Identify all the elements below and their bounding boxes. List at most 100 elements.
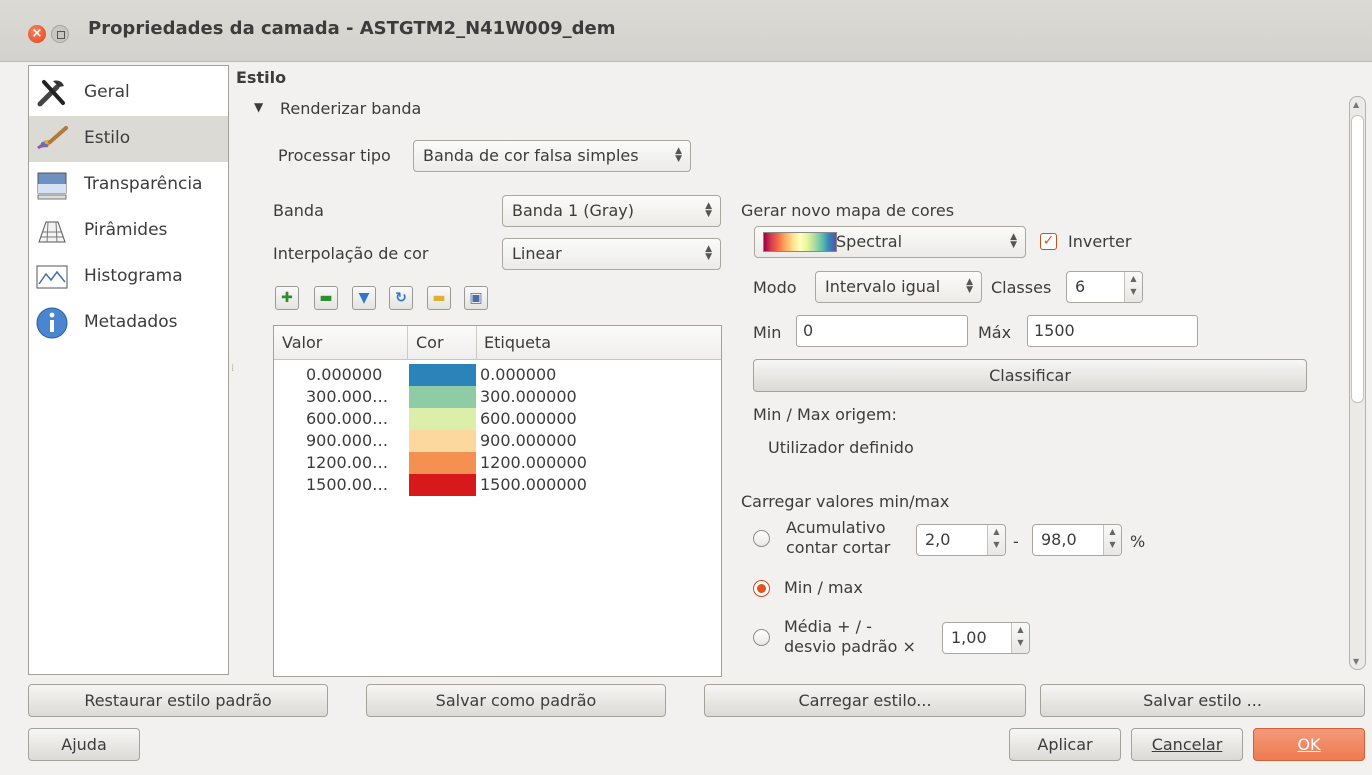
splitter-handle[interactable]: ⁞ bbox=[231, 363, 234, 374]
stddev-radio[interactable] bbox=[753, 629, 770, 646]
sidebar-item-label: Pirâmides bbox=[84, 220, 168, 240]
restore-default-style-button[interactable]: Restaurar estilo padrão bbox=[28, 684, 328, 717]
scrollbar-thumb[interactable] bbox=[1351, 115, 1364, 403]
row-label[interactable]: 0.000000 bbox=[480, 365, 556, 384]
row-label[interactable]: 1500.000000 bbox=[480, 475, 587, 494]
row-label[interactable]: 1200.000000 bbox=[480, 453, 587, 472]
sidebar-item-histograma[interactable]: Histograma bbox=[29, 254, 228, 300]
refresh-icon: ↻ bbox=[395, 290, 407, 306]
mode-combo[interactable]: Intervalo igual ▲ ▼ bbox=[815, 271, 982, 303]
band-combo[interactable]: Banda 1 (Gray) ▲ ▼ bbox=[502, 195, 721, 227]
apply-button[interactable]: Aplicar bbox=[1009, 728, 1121, 761]
paintbrush-icon bbox=[37, 126, 68, 150]
min-input[interactable]: 0 bbox=[796, 315, 968, 347]
close-window-button[interactable]: × bbox=[28, 25, 46, 43]
sidebar-item-label: Metadados bbox=[84, 312, 178, 332]
cumulative-low-spinbox[interactable]: 2,0 ▲ ▼ bbox=[916, 524, 1006, 556]
row-label[interactable]: 300.000000 bbox=[480, 387, 577, 406]
refresh-button[interactable]: ↻ bbox=[389, 286, 413, 310]
stddev-spinbox[interactable]: 1,00 ▲ ▼ bbox=[942, 622, 1030, 654]
save-style-button[interactable]: Salvar estilo ... bbox=[1040, 684, 1365, 717]
row-label[interactable]: 900.000000 bbox=[480, 431, 577, 450]
row-value[interactable]: 900.000… bbox=[306, 431, 388, 450]
histogram-icon bbox=[36, 265, 68, 289]
row-label[interactable]: 600.000000 bbox=[480, 409, 577, 428]
export-colormap-button[interactable]: ▣ bbox=[464, 286, 488, 310]
row-color-swatch[interactable] bbox=[409, 430, 476, 452]
row-value[interactable]: 1500.00… bbox=[306, 475, 388, 494]
remove-entry-button[interactable]: ▬ bbox=[314, 286, 338, 310]
open-folder-icon: ▬ bbox=[432, 290, 446, 306]
sidebar-item-label: Transparência bbox=[84, 174, 203, 194]
row-color-swatch[interactable] bbox=[409, 452, 476, 474]
sidebar-item-metadados[interactable]: Metadados bbox=[29, 300, 228, 346]
interpolation-label: Interpolação de cor bbox=[273, 244, 429, 263]
load-colormap-button[interactable]: ▬ bbox=[427, 286, 451, 310]
add-entry-button[interactable]: ✚ bbox=[275, 286, 299, 310]
header-divider bbox=[476, 326, 477, 360]
scroll-up-icon[interactable]: ▲ bbox=[1353, 100, 1359, 109]
scroll-down-icon[interactable]: ▼ bbox=[1353, 657, 1359, 666]
cumulative-high-spinbox[interactable]: 98,0 ▲ ▼ bbox=[1032, 524, 1122, 556]
table-row[interactable]: 300.000… 300.000000 bbox=[274, 386, 721, 408]
generate-colormap-title: Gerar novo mapa de cores bbox=[741, 201, 955, 220]
row-color-swatch[interactable] bbox=[409, 474, 476, 496]
table-row[interactable]: 600.000… 600.000000 bbox=[274, 408, 721, 430]
ok-button[interactable]: OK bbox=[1253, 728, 1365, 761]
row-value[interactable]: 1200.00… bbox=[306, 453, 388, 472]
save-as-default-button[interactable]: Salvar como padrão bbox=[366, 684, 666, 717]
table-header: Valor Cor Etiqueta bbox=[274, 326, 721, 360]
row-value[interactable]: 600.000… bbox=[306, 409, 388, 428]
table-row[interactable]: 1500.00… 1500.000000 bbox=[274, 474, 721, 496]
sidebar-item-transparencia[interactable]: Transparência bbox=[29, 162, 228, 208]
cancel-button[interactable]: Cancelar bbox=[1131, 728, 1243, 761]
classify-button[interactable]: Classificar bbox=[753, 359, 1307, 392]
max-input[interactable]: 1500 bbox=[1027, 315, 1198, 347]
sidebar-item-piramides[interactable]: Pirâmides bbox=[29, 208, 228, 254]
colormap-table[interactable]: Valor Cor Etiqueta 0.000000 0.000000 300… bbox=[273, 325, 722, 677]
row-value[interactable]: 0.000000 bbox=[306, 365, 382, 384]
minmax-origin-value: Utilizador definido bbox=[768, 438, 914, 457]
table-row[interactable]: 900.000… 900.000000 bbox=[274, 430, 721, 452]
sort-button[interactable]: ▼ bbox=[352, 286, 376, 310]
sort-icon: ▼ bbox=[358, 290, 370, 306]
mode-label: Modo bbox=[753, 278, 797, 297]
minmax-radio[interactable] bbox=[753, 580, 770, 597]
pyramids-icon bbox=[38, 221, 66, 243]
cumulative-label: Acumulativo contar cortar bbox=[786, 518, 891, 557]
render-type-combo[interactable]: Banda de cor falsa simples ▲ ▼ bbox=[413, 140, 691, 172]
load-style-button[interactable]: Carregar estilo... bbox=[704, 684, 1026, 717]
table-row[interactable]: 0.000000 0.000000 bbox=[274, 364, 721, 386]
cumulative-radio[interactable] bbox=[753, 530, 770, 547]
table-row[interactable]: 1200.00… 1200.000000 bbox=[274, 452, 721, 474]
sidebar-item-estilo[interactable]: Estilo bbox=[29, 116, 228, 162]
band-label: Banda bbox=[273, 201, 324, 220]
classes-spinbox[interactable]: 6 ▲ ▼ bbox=[1066, 271, 1143, 303]
row-color-swatch[interactable] bbox=[409, 386, 476, 408]
row-color-swatch[interactable] bbox=[409, 408, 476, 430]
section-title: Estilo bbox=[236, 68, 287, 87]
row-value[interactable]: 300.000… bbox=[306, 387, 388, 406]
sidebar-item-label: Histograma bbox=[84, 266, 183, 286]
collapse-triangle-icon[interactable]: ▼ bbox=[254, 100, 263, 114]
range-dash: - bbox=[1013, 532, 1019, 551]
sidebar-item-label: Estilo bbox=[84, 128, 131, 148]
color-ramp-preview bbox=[763, 232, 837, 252]
min-label: Min bbox=[753, 323, 782, 342]
vertical-scrollbar[interactable]: ▲ ▼ bbox=[1349, 96, 1366, 670]
column-header-color[interactable]: Cor bbox=[416, 333, 444, 352]
color-ramp-combo[interactable]: Spectral ▲ ▼ bbox=[754, 226, 1026, 258]
window-title: Propriedades da camada - ASTGTM2_N41W009… bbox=[88, 18, 616, 39]
row-color-swatch[interactable] bbox=[409, 364, 476, 386]
group-title[interactable]: Renderizar banda bbox=[280, 99, 421, 118]
help-button[interactable]: Ajuda bbox=[28, 728, 140, 761]
maximize-window-button[interactable] bbox=[51, 25, 69, 43]
invert-checkbox[interactable]: ✓ bbox=[1040, 233, 1057, 250]
percent-label: % bbox=[1130, 532, 1146, 551]
interpolation-combo[interactable]: Linear ▲ ▼ bbox=[502, 238, 721, 270]
sidebar-item-geral[interactable]: Geral bbox=[29, 70, 228, 116]
column-header-label[interactable]: Etiqueta bbox=[484, 333, 551, 352]
column-header-value[interactable]: Valor bbox=[282, 333, 322, 352]
tools-icon bbox=[37, 80, 65, 107]
add-icon: ✚ bbox=[281, 290, 293, 306]
